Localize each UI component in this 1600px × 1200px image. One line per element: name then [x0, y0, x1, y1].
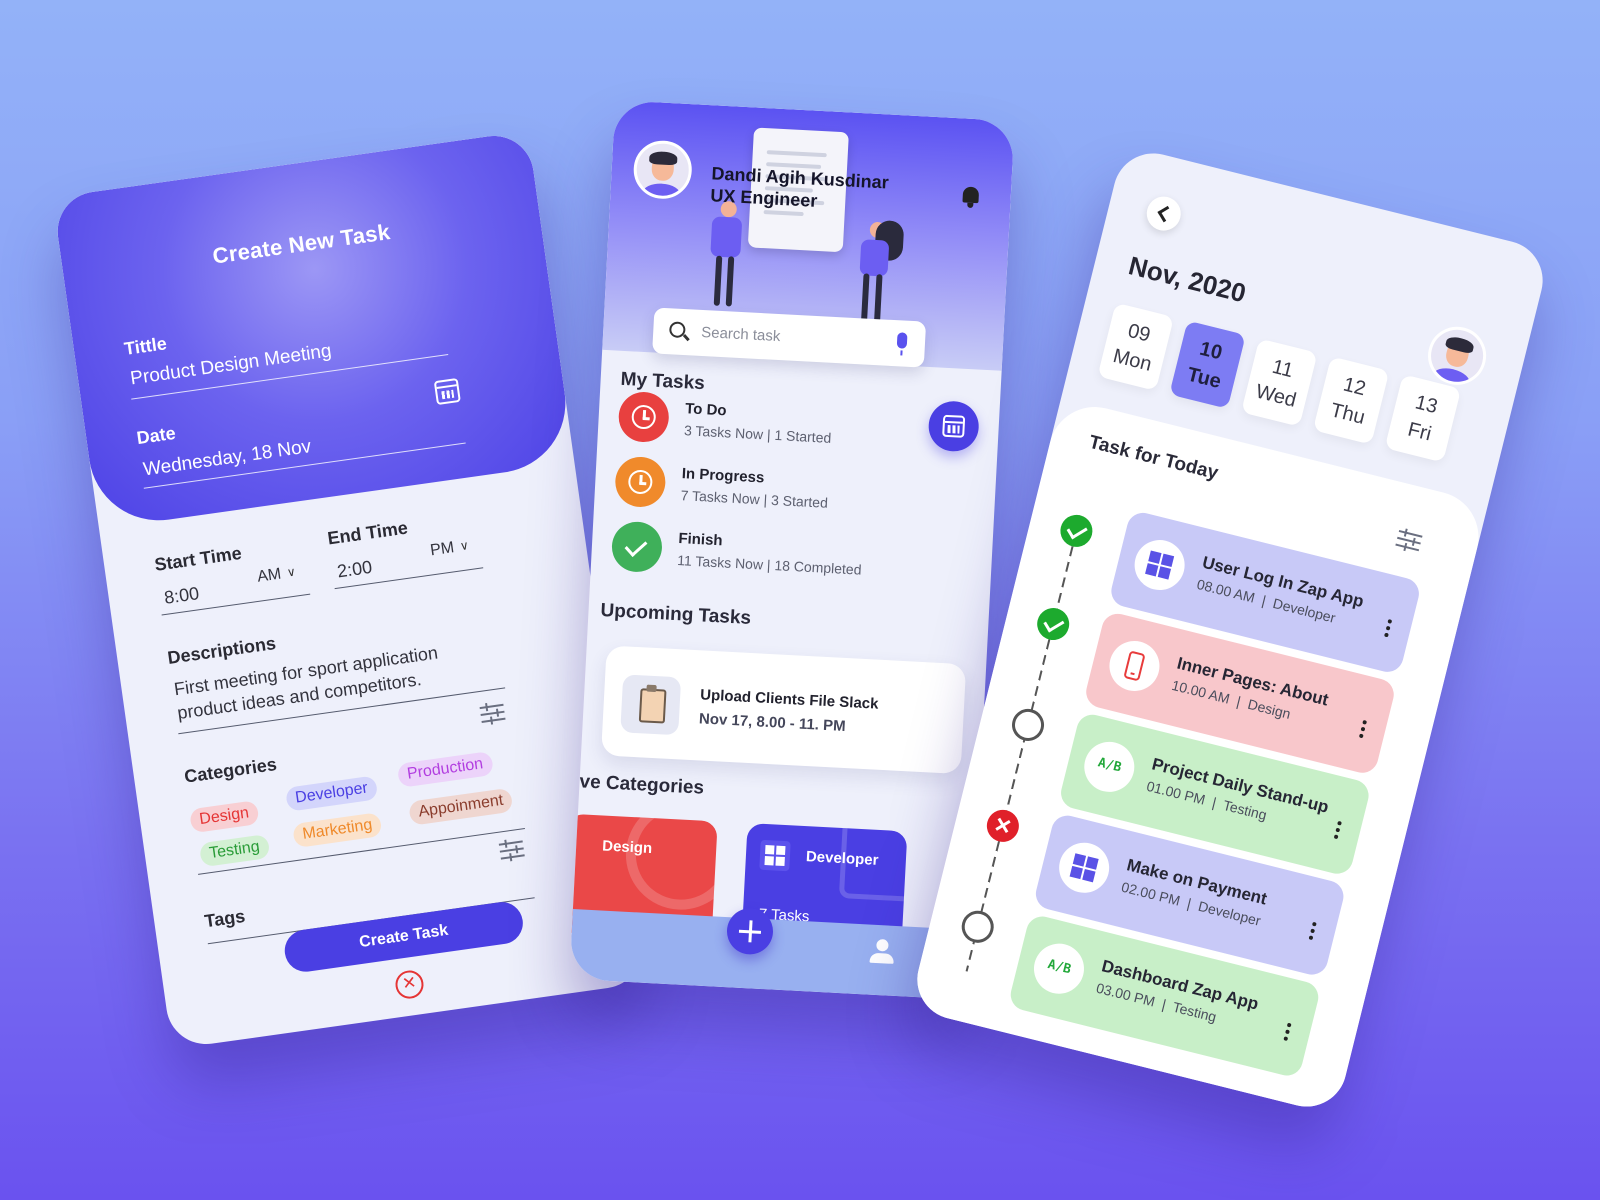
upcoming-tasks-title: Upcoming Tasks	[600, 600, 752, 629]
category-chip[interactable]: Marketing	[292, 812, 383, 849]
task-status-row[interactable]: In Progress 7 Tasks Now | 3 Started	[614, 455, 976, 531]
check-circle-icon	[1033, 604, 1073, 644]
upcoming-task-title: Upload Clients File Slack	[699, 686, 879, 713]
avatar[interactable]	[1421, 320, 1493, 391]
task-status-meta: 7 Tasks Now | 3 Started	[680, 487, 829, 511]
task-status-name: In Progress	[681, 465, 765, 487]
microphone-icon[interactable]	[896, 332, 908, 349]
today-panel: Task for Today User Log In Zap App 08.00 …	[908, 397, 1489, 1116]
pending-circle-icon	[958, 907, 998, 947]
calendar-icon[interactable]	[433, 377, 461, 406]
check-icon	[610, 520, 664, 574]
more-options-icon[interactable]	[1359, 720, 1367, 738]
grid-icon	[759, 839, 791, 872]
decorative-ring	[623, 813, 718, 913]
month-title: Nov, 2020	[1125, 250, 1249, 309]
clock-icon	[617, 390, 671, 444]
ab-test-icon: A/B	[1028, 938, 1090, 999]
start-ampm-select[interactable]: AM	[256, 566, 282, 587]
bell-icon[interactable]	[960, 186, 981, 209]
end-time-field[interactable]: 2:00	[336, 557, 374, 583]
title-label: Tittle	[122, 333, 168, 359]
end-time-label: End Time	[326, 517, 409, 549]
category-chip[interactable]: Testing	[198, 833, 271, 868]
more-options-icon[interactable]	[1334, 821, 1342, 839]
day-selector: 09 Mon 10 Tue 11 Wed 12 Thu 13 Fri	[1097, 145, 1551, 463]
categories-label: Categories	[183, 754, 278, 787]
upcoming-task-date: Nov 17, 8.00 - 11. PM	[698, 710, 847, 736]
smartphone-icon	[1104, 635, 1165, 697]
task-status-row[interactable]: To Do 3 Tasks Now | 1 Started	[617, 390, 979, 466]
chevron-down-icon: ∨	[459, 538, 470, 554]
search-placeholder: Search task	[700, 323, 781, 346]
page-title: Create New Task	[211, 219, 392, 269]
categories-title: ve Categories	[579, 771, 705, 799]
task-status-meta: 11 Tasks Now | 18 Completed	[676, 552, 862, 578]
more-options-icon[interactable]	[1309, 922, 1317, 940]
tags-label: Tags	[203, 905, 247, 932]
category-chip[interactable]: Production	[396, 751, 494, 788]
filter-sliders-icon[interactable]	[479, 702, 506, 725]
category-chip[interactable]: Developer	[284, 775, 379, 812]
clipboard-icon	[620, 674, 682, 736]
today-title: Task for Today	[1086, 431, 1221, 485]
filter-sliders-icon[interactable]	[1395, 528, 1423, 553]
descriptions-label: Descriptions	[166, 632, 278, 668]
category-chip[interactable]: Design	[188, 800, 260, 834]
windows-icon	[1129, 534, 1190, 596]
check-circle-icon	[1057, 511, 1096, 551]
day-chip[interactable]: 10 Tue	[1169, 320, 1246, 409]
ab-test-icon: A/B	[1078, 736, 1140, 798]
end-ampm-select[interactable]: PM	[429, 539, 455, 560]
upcoming-task-card[interactable]: Upload Clients File Slack Nov 17, 8.00 -…	[600, 645, 967, 775]
error-circle-icon	[983, 806, 1023, 846]
create-task-screen: Create New Task Tittle Product Design Me…	[52, 130, 648, 1050]
category-name: Developer	[805, 848, 879, 869]
pending-circle-icon	[1008, 705, 1048, 745]
close-icon[interactable]: ✕	[393, 968, 426, 1001]
create-task-button[interactable]: Create Task	[282, 899, 526, 975]
bottom-navigation	[569, 907, 973, 1000]
category-chip[interactable]: Appoinment	[408, 787, 514, 826]
task-status-row[interactable]: Finish 11 Tasks Now | 18 Completed	[610, 520, 972, 596]
date-label: Date	[135, 422, 177, 449]
day-chip[interactable]: 13 Fri	[1384, 374, 1462, 463]
avatar[interactable]	[632, 139, 694, 201]
day-chip[interactable]: 09 Mon	[1097, 302, 1175, 391]
windows-icon	[1053, 837, 1115, 899]
day-chip[interactable]: 11 Wed	[1241, 338, 1318, 427]
start-time-label: Start Time	[153, 542, 243, 575]
back-button[interactable]	[1143, 193, 1185, 235]
search-icon	[668, 321, 686, 339]
chevron-down-icon: ∨	[285, 564, 297, 580]
start-time-field[interactable]: 8:00	[163, 583, 201, 609]
category-name: Design	[601, 837, 653, 858]
more-options-icon[interactable]	[1283, 1023, 1291, 1041]
progress-clock-icon	[614, 455, 667, 509]
create-task-header: Create New Task Tittle Product Design Me…	[52, 130, 575, 530]
filter-sliders-icon[interactable]	[498, 838, 525, 862]
task-status-name: Finish	[677, 530, 724, 550]
task-status-name: To Do	[684, 400, 728, 420]
task-status-meta: 3 Tasks Now | 1 Started	[683, 422, 832, 446]
day-chip[interactable]: 12 Thu	[1312, 356, 1390, 445]
more-options-icon[interactable]	[1384, 619, 1392, 637]
profile-icon[interactable]	[868, 939, 895, 966]
